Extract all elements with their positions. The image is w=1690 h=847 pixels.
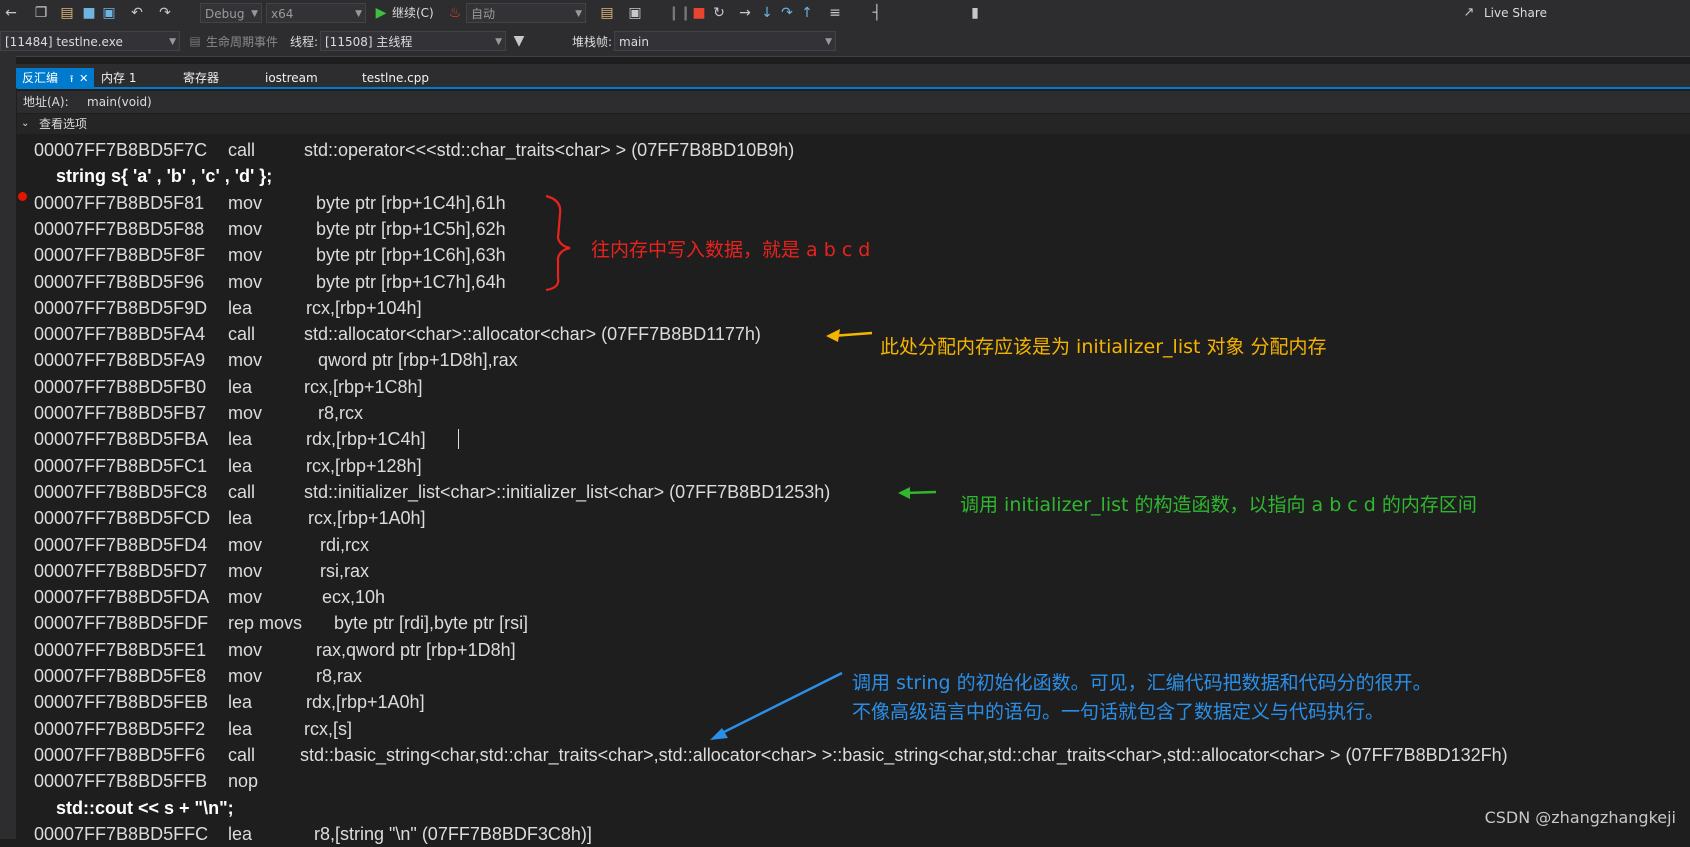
annotation-red: 往内存中写入数据，就是 a b c d: [591, 239, 871, 261]
blue-arrowhead: [710, 728, 728, 740]
annotation-green: 调用 initializer_list 的构造函数，以指向 a b c d 的内…: [960, 494, 1477, 516]
watermark: CSDN @zhangzhangkeji: [1484, 808, 1676, 827]
annotation-blue-line1: 调用 string 的初始化函数。可见，汇编代码把数据和代码分的很开。: [852, 672, 1432, 694]
annotation-blue-line2: 不像高级语言中的语句。一句话就包含了数据定义与代码执行。: [852, 701, 1385, 723]
orange-arrowhead: [826, 329, 840, 342]
annotation-marks: [545, 194, 937, 740]
green-arrowhead: [898, 487, 910, 499]
annotation-orange: 此处分配内存应该是为 initializer_list 对象 分配内存: [880, 336, 1327, 358]
red-brace: [545, 194, 571, 292]
blue-arrow: [719, 671, 843, 736]
